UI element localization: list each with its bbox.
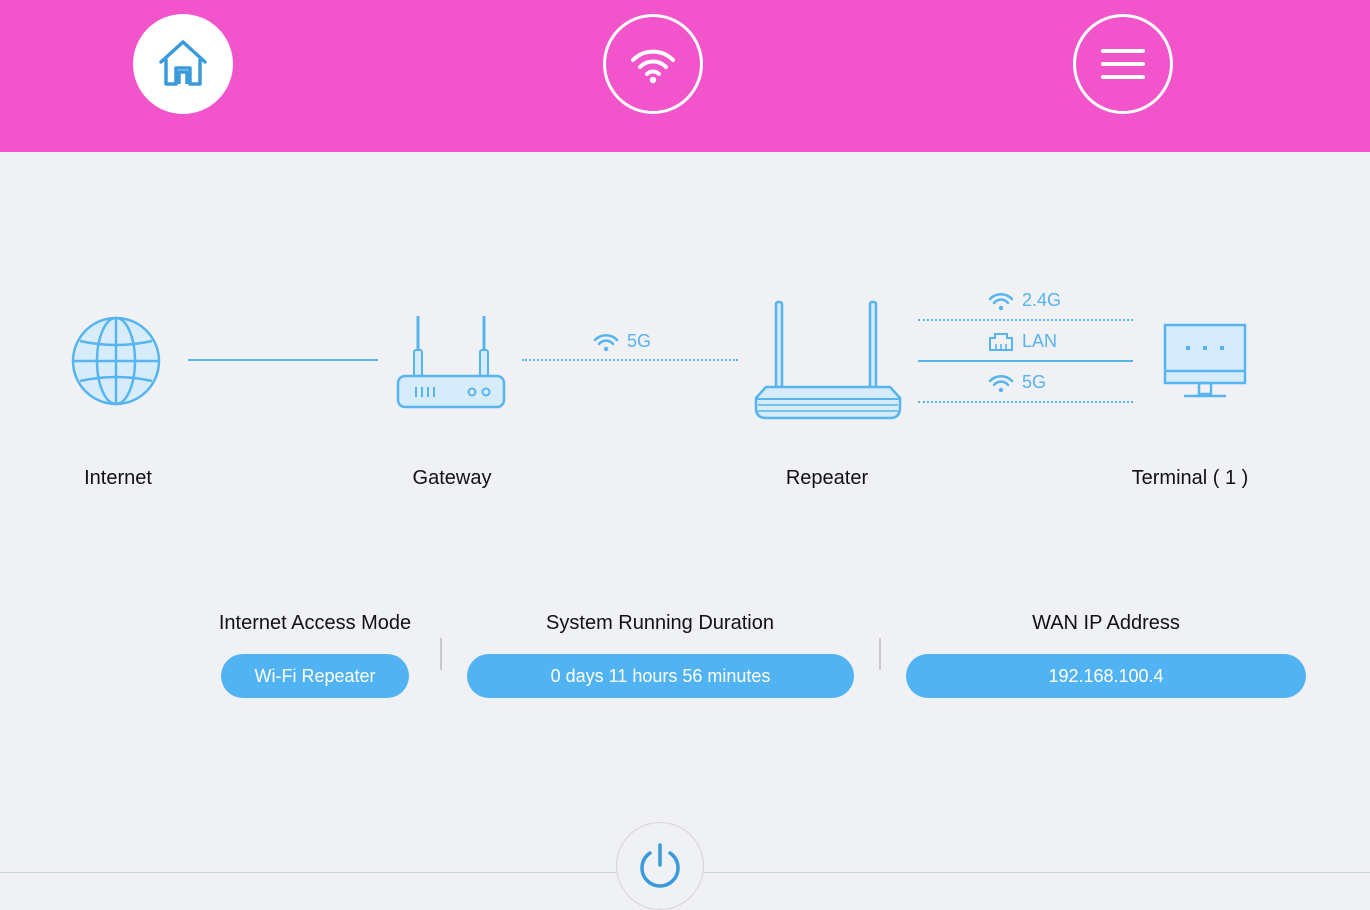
router-icon xyxy=(396,316,506,409)
top-nav-bar xyxy=(0,0,1370,152)
globe-icon xyxy=(71,316,161,406)
terminal-band-5g: 5G xyxy=(988,372,1046,393)
internet-gateway-link xyxy=(188,359,378,361)
access-mode-title: Internet Access Mode xyxy=(218,612,412,634)
terminal-band-5g-text: 5G xyxy=(1022,372,1047,392)
terminal-band-2g: 2.4G xyxy=(988,290,1061,311)
lan-icon xyxy=(989,332,1013,351)
nav-menu-button[interactable] xyxy=(1073,14,1173,114)
menu-icon xyxy=(1101,49,1145,79)
power-button[interactable] xyxy=(616,822,704,910)
running-duration-title: System Running Duration xyxy=(546,612,774,634)
gateway-band-text: 5G xyxy=(627,331,652,351)
node-label-terminal[interactable]: Terminal ( 1 ) xyxy=(1132,467,1249,490)
node-label-internet: Internet xyxy=(84,467,152,489)
wifi-icon xyxy=(593,333,619,351)
repeater-icon xyxy=(754,300,902,420)
node-label-repeater: Repeater xyxy=(785,467,869,489)
power-icon xyxy=(640,843,680,888)
terminal-band-lan-text: LAN xyxy=(1022,331,1058,351)
terminal-band-2g-text: 2.4G xyxy=(1022,290,1062,310)
node-label-gateway: Gateway xyxy=(412,467,492,489)
wifi-icon xyxy=(631,49,675,84)
divider xyxy=(440,638,442,670)
wan-ip-value: 192.168.100.4 xyxy=(906,654,1306,698)
terminal-link-5g xyxy=(918,401,1133,403)
terminal-band-lan: LAN xyxy=(988,331,1057,352)
divider xyxy=(879,638,881,670)
terminal-link-lan xyxy=(918,360,1133,362)
nav-wifi-button[interactable] xyxy=(603,14,703,114)
wifi-icon xyxy=(988,292,1014,310)
access-mode-value: Wi-Fi Repeater xyxy=(221,654,409,698)
wan-ip-title: WAN IP Address xyxy=(1032,612,1180,634)
nav-home-button[interactable] xyxy=(133,14,233,114)
wifi-icon xyxy=(988,374,1014,392)
terminal-link-2g xyxy=(918,319,1133,321)
running-duration-value: 0 days 11 hours 56 minutes xyxy=(467,654,854,698)
home-icon xyxy=(159,40,207,86)
monitor-icon xyxy=(1163,323,1247,398)
gateway-band-label: 5G xyxy=(593,331,651,352)
gateway-repeater-link xyxy=(522,359,738,361)
